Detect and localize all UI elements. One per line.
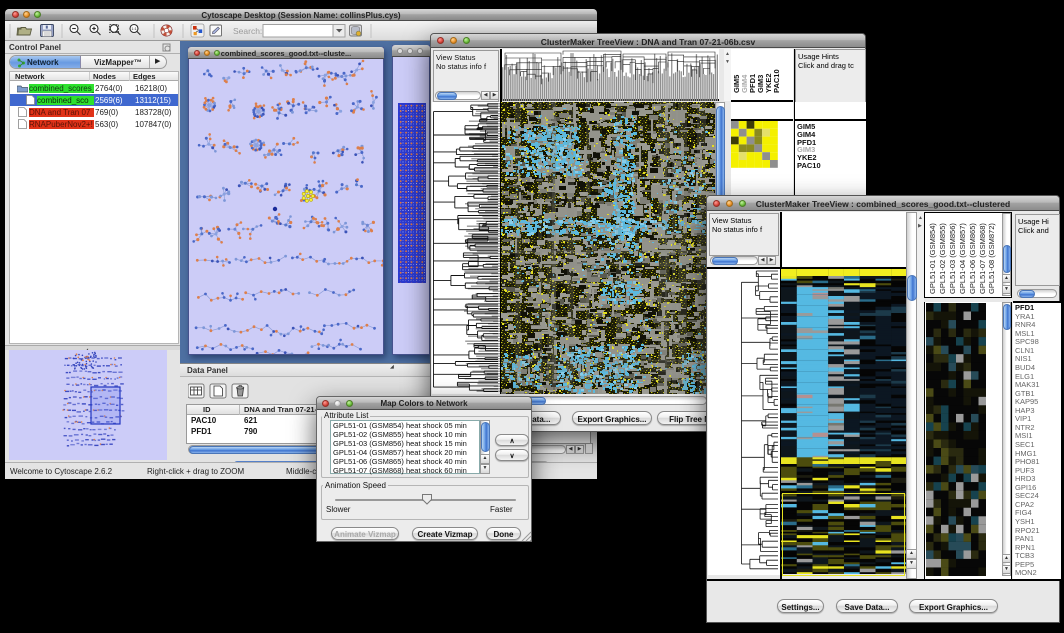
svg-text:Search:: Search: [233,26,262,36]
svg-text:1:1: 1:1 [131,27,136,31]
